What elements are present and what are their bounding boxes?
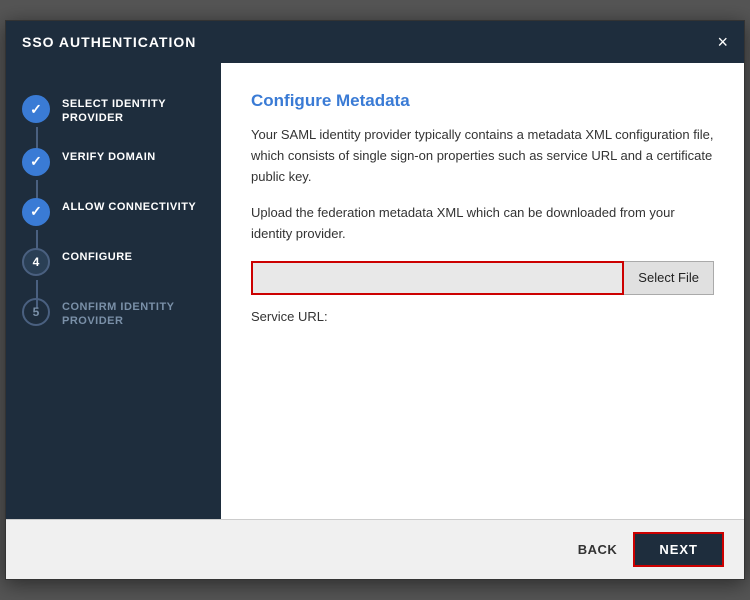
content-spacer — [251, 324, 714, 499]
checkmark-icon-1: ✓ — [30, 101, 42, 118]
modal-footer: BACK NEXT — [6, 519, 744, 579]
step-number-5: 5 — [33, 305, 40, 319]
step-circle-2: ✓ — [22, 148, 50, 176]
sidebar-item-allow-connectivity: ✓ ALLOW CONNECTIVITY — [6, 186, 221, 236]
content-area: Configure Metadata Your SAML identity pr… — [221, 63, 744, 519]
service-url-label: Service URL: — [251, 309, 714, 324]
back-button[interactable]: BACK — [578, 542, 618, 557]
modal-header: SSO AUTHENTICATION × — [6, 21, 744, 63]
next-button[interactable]: NEXT — [633, 532, 724, 567]
step-label-4: CONFIGURE — [62, 246, 133, 264]
content-description-1: Your SAML identity provider typically co… — [251, 125, 714, 187]
file-upload-row: Select File — [251, 261, 714, 295]
step-circle-3: ✓ — [22, 198, 50, 226]
sidebar-item-configure: 4 CONFIGURE — [6, 236, 221, 286]
sidebar-item-confirm-identity-provider: 5 CONFIRM IDENTITYPROVIDER — [6, 286, 221, 339]
file-path-input[interactable] — [251, 261, 624, 295]
content-description-2: Upload the federation metadata XML which… — [251, 203, 714, 245]
step-circle-1: ✓ — [22, 95, 50, 123]
step-label-1: SELECT IDENTITYPROVIDER — [62, 93, 166, 126]
checkmark-icon-2: ✓ — [30, 153, 42, 170]
content-title: Configure Metadata — [251, 91, 714, 111]
close-button[interactable]: × — [717, 33, 728, 51]
modal-title: SSO AUTHENTICATION — [22, 34, 196, 50]
step-circle-4: 4 — [22, 248, 50, 276]
sidebar: ✓ SELECT IDENTITYPROVIDER ✓ VERIFY DOMAI… — [6, 63, 221, 519]
step-number-4: 4 — [33, 255, 40, 269]
step-circle-5: 5 — [22, 298, 50, 326]
select-file-button[interactable]: Select File — [624, 261, 714, 295]
sidebar-item-verify-domain: ✓ VERIFY DOMAIN — [6, 136, 221, 186]
sidebar-item-select-identity-provider: ✓ SELECT IDENTITYPROVIDER — [6, 83, 221, 136]
step-label-5: CONFIRM IDENTITYPROVIDER — [62, 296, 175, 329]
modal-body: ✓ SELECT IDENTITYPROVIDER ✓ VERIFY DOMAI… — [6, 63, 744, 519]
sso-modal: SSO AUTHENTICATION × ✓ SELECT IDENTITYPR… — [5, 20, 745, 580]
step-label-3: ALLOW CONNECTIVITY — [62, 196, 196, 214]
step-label-2: VERIFY DOMAIN — [62, 146, 156, 164]
checkmark-icon-3: ✓ — [30, 203, 42, 220]
